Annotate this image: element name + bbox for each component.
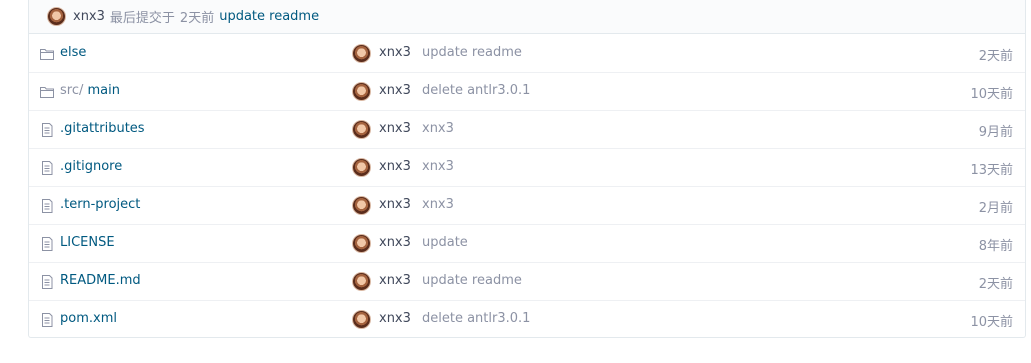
file-icon <box>39 160 55 176</box>
folder-icon <box>39 84 55 100</box>
commit-author[interactable]: xnx3 <box>379 311 411 326</box>
commit-message-link[interactable]: xnx3 <box>422 197 454 212</box>
table-row[interactable]: pom.xml xnx3 delete antlr3.0.1 10天前 <box>29 301 1025 339</box>
commit-time: 9月前 <box>978 125 1013 140</box>
avatar[interactable] <box>352 196 371 215</box>
commit-author[interactable]: xnx3 <box>73 9 105 24</box>
file-icon <box>39 122 55 138</box>
avatar[interactable] <box>352 272 371 291</box>
file-name[interactable]: main <box>83 83 120 98</box>
commit-author[interactable]: xnx3 <box>379 83 411 98</box>
avatar[interactable] <box>352 120 371 139</box>
commit-time: 10天前 <box>970 87 1013 102</box>
commit-author[interactable]: xnx3 <box>379 121 411 136</box>
commit-message-link[interactable]: update readme <box>219 9 319 24</box>
file-name[interactable]: .gitignore <box>60 159 122 174</box>
file-icon <box>39 274 55 290</box>
file-name[interactable]: else <box>60 45 86 60</box>
file-name-link[interactable]: LICENSE <box>60 235 115 250</box>
commit-message-link[interactable]: update readme <box>422 273 522 288</box>
table-row[interactable]: LICENSE xnx3 update 8年前 <box>29 225 1025 263</box>
avatar[interactable] <box>352 310 371 329</box>
file-name-link[interactable]: .gitattributes <box>60 121 145 136</box>
commit-message-link[interactable]: update readme <box>422 45 522 60</box>
dir-prefix: src/ <box>60 83 84 98</box>
commit-message-link[interactable]: xnx3 <box>422 159 454 174</box>
commit-time: 8年前 <box>978 239 1013 254</box>
file-name-link[interactable]: README.md <box>60 273 141 288</box>
file-icon <box>39 236 55 252</box>
file-icon <box>39 198 55 214</box>
avatar[interactable] <box>352 234 371 253</box>
table-row[interactable]: .gitignore xnx3 xnx3 13天前 <box>29 149 1025 187</box>
avatar[interactable] <box>352 44 371 63</box>
commit-message-link[interactable]: xnx3 <box>422 121 454 136</box>
commit-author[interactable]: xnx3 <box>379 235 411 250</box>
file-list: else xnx3 update readme 2天前 src/ main xn… <box>29 35 1025 339</box>
commit-time: 2月前 <box>978 201 1013 216</box>
commit-message-link[interactable]: update <box>422 235 468 250</box>
commit-message-link[interactable]: delete antlr3.0.1 <box>422 83 530 98</box>
file-name-link[interactable]: pom.xml <box>60 311 117 326</box>
commit-author[interactable]: xnx3 <box>379 197 411 212</box>
last-commit-bar: xnx3 最后提交于 2天前 update readme <box>28 0 1026 34</box>
file-icon <box>39 312 55 328</box>
commit-message-link[interactable]: delete antlr3.0.1 <box>422 311 530 326</box>
folder-icon <box>39 46 55 62</box>
table-row[interactable]: src/ main xnx3 delete antlr3.0.1 10天前 <box>29 73 1025 111</box>
avatar[interactable] <box>47 7 66 26</box>
file-name[interactable]: README.md <box>60 273 141 288</box>
file-name[interactable]: .gitattributes <box>60 121 145 136</box>
commit-time: 2天前 <box>978 49 1013 64</box>
commit-time: 2天前 <box>978 277 1013 292</box>
file-name-link[interactable]: .tern-project <box>60 197 140 212</box>
table-row[interactable]: README.md xnx3 update readme 2天前 <box>29 263 1025 301</box>
file-name-link[interactable]: else <box>60 45 86 60</box>
commit-author[interactable]: xnx3 <box>379 273 411 288</box>
avatar[interactable] <box>352 158 371 177</box>
commit-time: 13天前 <box>970 163 1013 178</box>
table-row[interactable]: else xnx3 update readme 2天前 <box>29 35 1025 73</box>
commit-time: 10天前 <box>970 315 1013 330</box>
file-name[interactable]: pom.xml <box>60 311 117 326</box>
file-name-link[interactable]: src/ main <box>60 83 120 98</box>
avatar[interactable] <box>352 82 371 101</box>
file-name[interactable]: LICENSE <box>60 235 115 250</box>
commit-author[interactable]: xnx3 <box>379 45 411 60</box>
commit-label: 最后提交于 <box>109 11 175 26</box>
commit-author[interactable]: xnx3 <box>379 159 411 174</box>
commit-time: 2天前 <box>179 11 215 26</box>
table-row[interactable]: .tern-project xnx3 xnx3 2月前 <box>29 187 1025 225</box>
file-name[interactable]: .tern-project <box>60 197 140 212</box>
file-name-link[interactable]: .gitignore <box>60 159 122 174</box>
table-row[interactable]: .gitattributes xnx3 xnx3 9月前 <box>29 111 1025 149</box>
